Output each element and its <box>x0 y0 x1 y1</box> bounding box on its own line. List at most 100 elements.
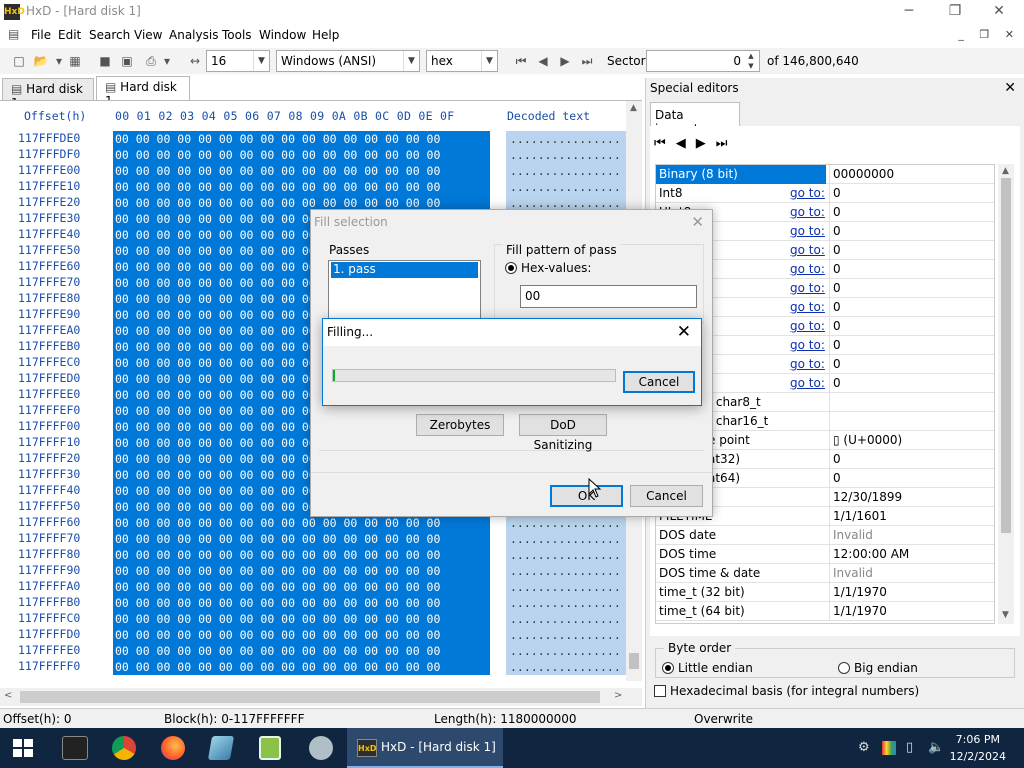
decoded-text-row[interactable]: ................ <box>506 531 626 547</box>
inspector-value[interactable]: 0 <box>829 374 994 393</box>
menu-edit[interactable]: Edit <box>58 28 81 42</box>
hex-bytes-row[interactable]: 00 00 00 00 00 00 00 00 00 00 00 00 00 0… <box>113 579 490 595</box>
network-app-icon[interactable] <box>309 736 333 760</box>
decoded-text-row[interactable]: ................ <box>506 547 626 563</box>
hex-bytes-row[interactable]: 00 00 00 00 00 00 00 00 00 00 00 00 00 0… <box>113 147 490 163</box>
tab-hard-disk-1-b[interactable]: ▤ Hard disk 1 <box>96 76 190 108</box>
open-file-icon[interactable]: 📂 <box>32 52 50 70</box>
ok-button[interactable]: OK <box>550 485 623 507</box>
inspector-scrollbar[interactable]: ▲ ▼ <box>998 164 1014 624</box>
hex-bytes-row[interactable]: 00 00 00 00 00 00 00 00 00 00 00 00 00 0… <box>113 659 490 675</box>
goto-link[interactable]: go to: <box>790 357 825 371</box>
open-dropdown-icon[interactable]: ▾ <box>54 52 64 70</box>
hex-bytes-row[interactable]: 00 00 00 00 00 00 00 00 00 00 00 00 00 0… <box>113 547 490 563</box>
inspector-value[interactable]: 0 <box>829 450 994 469</box>
goto-link[interactable]: go to: <box>790 376 825 390</box>
inspector-row[interactable]: time_t (32 bit) 1/1/1970 <box>656 583 994 602</box>
new-file-icon[interactable]: □ <box>10 52 28 70</box>
inspector-value[interactable] <box>829 412 994 431</box>
save-icon[interactable]: ▦ <box>66 52 84 70</box>
inspector-value[interactable]: 0 <box>829 222 994 241</box>
firefox-icon[interactable] <box>161 736 185 760</box>
usb-tray-icon[interactable]: ▯ <box>906 740 913 755</box>
cancel-button[interactable]: Cancel <box>630 485 703 507</box>
bytes-per-row-select[interactable]: 16 ▼ <box>206 50 270 72</box>
filling-cancel-button[interactable]: Cancel <box>623 371 695 393</box>
close-icon[interactable]: ✕ <box>691 213 704 231</box>
decoded-text-row[interactable]: ................ <box>506 579 626 595</box>
terminal-icon[interactable] <box>62 736 88 760</box>
inspector-value[interactable]: 0 <box>829 317 994 336</box>
inspector-value[interactable]: 12/30/1899 <box>829 488 994 507</box>
scroll-left-icon[interactable]: < <box>4 690 12 701</box>
decoded-text-row[interactable]: ................ <box>506 627 626 643</box>
menu-app-icon[interactable]: ▤ <box>8 27 26 43</box>
inspector-value[interactable]: 0 <box>829 355 994 374</box>
inspector-value[interactable]: 0 <box>829 241 994 260</box>
tab-hard-disk-1-a[interactable]: ▤ Hard disk 1 <box>2 78 94 110</box>
menu-tools[interactable]: Tools <box>222 28 252 42</box>
inspector-value[interactable] <box>829 393 994 412</box>
chrome-icon[interactable] <box>112 736 136 760</box>
zerobytes-button[interactable]: Zerobytes <box>416 414 504 436</box>
notepad-icon[interactable] <box>207 736 235 760</box>
close-button[interactable]: ✕ <box>976 0 1022 24</box>
inspector-value[interactable]: 1/1/1970 <box>829 602 994 621</box>
hex-bytes-row[interactable]: 00 00 00 00 00 00 00 00 00 00 00 00 00 0… <box>113 563 490 579</box>
windows-start-icon[interactable] <box>13 739 33 757</box>
print-dropdown-icon[interactable]: ▾ <box>162 52 172 70</box>
goto-link[interactable]: go to: <box>790 319 825 333</box>
goto-link[interactable]: go to: <box>790 338 825 352</box>
inspector-value[interactable]: 12:00:00 AM <box>829 545 994 564</box>
inspector-row[interactable]: DOS time & date Invalid <box>656 564 994 583</box>
inspector-value[interactable]: 0 <box>829 469 994 488</box>
scroll-right-icon[interactable]: > <box>614 690 622 701</box>
goto-link[interactable]: go to: <box>790 300 825 314</box>
sector-spinner[interactable]: 0 ▲ ▼ <box>646 50 760 72</box>
minimize-button[interactable]: ─ <box>886 0 932 24</box>
decoded-text-row[interactable]: ................ <box>506 659 626 675</box>
inspector-value[interactable]: 0 <box>829 336 994 355</box>
taskbar-hxd-button[interactable]: HxD HxD - [Hard disk 1] <box>347 728 503 768</box>
menu-window[interactable]: Window <box>259 28 306 42</box>
last-icon[interactable]: ⏭ <box>716 136 738 151</box>
goto-link[interactable]: go to: <box>790 186 825 200</box>
big-endian-radio[interactable]: Big endian <box>838 661 918 675</box>
system-clock[interactable]: 7:06 PM 12/2/2024 <box>950 731 1006 765</box>
decoded-text-row[interactable]: ................ <box>506 595 626 611</box>
scroll-up-icon[interactable]: ▲ <box>630 103 637 113</box>
pass-item[interactable]: 1. pass <box>331 262 478 278</box>
inspector-value[interactable]: 00000000 <box>829 165 994 184</box>
menu-analysis[interactable]: Analysis <box>169 28 218 42</box>
color-tray-icon[interactable] <box>882 741 896 755</box>
menu-file[interactable]: File <box>31 28 51 42</box>
goto-link[interactable]: go to: <box>790 205 825 219</box>
inspector-value[interactable]: 1/1/1970 <box>829 583 994 602</box>
passes-list[interactable]: 1. pass <box>328 260 481 320</box>
hex-bytes-row[interactable]: 00 00 00 00 00 00 00 00 00 00 00 00 00 0… <box>113 611 490 627</box>
delete-icon[interactable]: ■ <box>96 52 114 70</box>
hex-basis-checkbox[interactable]: Hexadecimal basis (for integral numbers) <box>654 684 919 698</box>
tab-data-inspector[interactable]: Data inspector <box>650 102 740 136</box>
network-tray-icon[interactable]: ⚙ <box>858 740 870 755</box>
offset-base-select[interactable]: hex ▼ <box>426 50 498 72</box>
charset-select[interactable]: Windows (ANSI) ▼ <box>276 50 420 72</box>
hex-values-radio[interactable]: Hex-values: <box>505 261 591 275</box>
hscrollbar-thumb[interactable] <box>20 691 600 703</box>
inspector-value[interactable]: Invalid <box>829 526 994 545</box>
close-icon[interactable]: ✕ <box>1004 80 1016 96</box>
hex-bytes-row[interactable]: 00 00 00 00 00 00 00 00 00 00 00 00 00 0… <box>113 131 490 147</box>
decoded-text-row[interactable]: ................ <box>506 179 626 195</box>
first-sector-icon[interactable]: ⏮ <box>512 52 530 70</box>
maximize-button[interactable]: ❐ <box>932 0 978 24</box>
chart-app-icon[interactable] <box>259 736 281 760</box>
dod-sanitizing-button[interactable]: DoD Sanitizing <box>519 414 607 452</box>
decoded-text-row[interactable]: ................ <box>506 147 626 163</box>
hex-bytes-row[interactable]: 00 00 00 00 00 00 00 00 00 00 00 00 00 0… <box>113 595 490 611</box>
goto-link[interactable]: go to: <box>790 262 825 276</box>
next-sector-icon[interactable]: ▶ <box>556 52 574 70</box>
decoded-text-row[interactable]: ................ <box>506 163 626 179</box>
inspector-row[interactable]: Binary (8 bit) 00000000 <box>656 165 994 184</box>
inspector-value[interactable]: 0 <box>829 184 994 203</box>
inspector-value[interactable]: Invalid <box>829 564 994 583</box>
